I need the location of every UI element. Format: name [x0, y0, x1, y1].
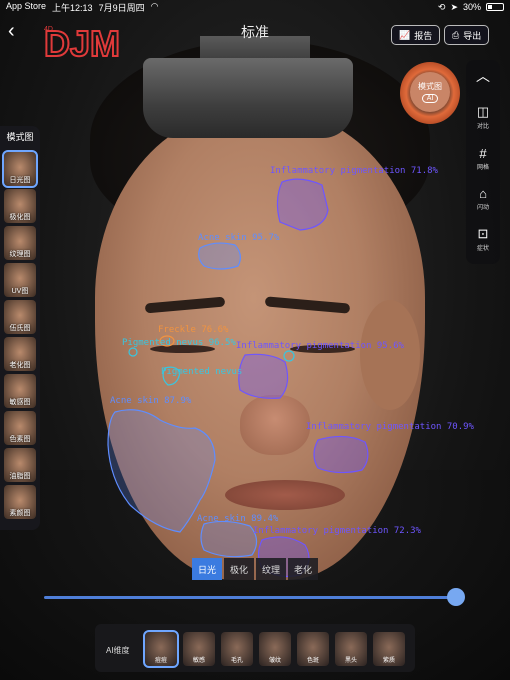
detection-label: Pigmented nevus 96.5% — [122, 338, 236, 348]
ai-dimension-thumb[interactable]: 敏感 — [183, 632, 215, 666]
ai-dimension-thumb-label: 紫质 — [382, 658, 395, 664]
ai-dimension-thumb[interactable]: 毛孔 — [221, 632, 253, 666]
ai-dimension-thumb[interactable]: 黑头 — [335, 632, 367, 666]
ai-dimension-thumb-label: 皱纹 — [268, 658, 281, 664]
region-inflammatory-nose — [238, 353, 289, 399]
compare-slider-handle[interactable] — [447, 588, 465, 606]
detection-label: Inflammatory pigmentation 95.6% — [236, 341, 404, 351]
ai-dimension-thumb[interactable]: 痘痘 — [143, 630, 179, 668]
region-acne-chin — [200, 520, 258, 558]
tab-aging[interactable]: 老化 — [288, 558, 318, 580]
region-inflammatory-cheek — [313, 435, 369, 474]
ai-dimension-thumb-label: 毛孔 — [230, 658, 243, 664]
region-inflammatory-forehead — [276, 178, 329, 231]
region-nevus-2 — [283, 350, 295, 362]
region-nevus-1 — [128, 347, 138, 357]
ai-dimension-thumb-label: 痘痘 — [154, 658, 167, 664]
tab-polarized[interactable]: 极化 — [224, 558, 254, 580]
detection-label: Acne skin 87.9% — [110, 396, 192, 406]
region-acne-brow — [198, 242, 241, 270]
ai-dimension-thumb[interactable]: 紫质 — [373, 632, 405, 666]
detection-label: Acne skin 95.7% — [198, 233, 280, 243]
ai-dimension-thumb[interactable]: 皱纹 — [259, 632, 291, 666]
detection-label: Inflammatory pigmentation 71.8% — [270, 166, 438, 176]
ai-dimension-bar — [95, 624, 415, 672]
compare-slider-track[interactable] — [44, 596, 456, 599]
light-mode-tabs: 日光 极化 纹理 老化 — [192, 558, 318, 580]
ai-dimension-thumb-label: 黑头 — [344, 658, 357, 664]
tab-daylight[interactable]: 日光 — [192, 558, 222, 580]
detection-label: Inflammatory pigmentation 72.3% — [253, 526, 421, 536]
detection-label: Freckle 76.6% — [158, 325, 229, 335]
detection-label: Pigmented nevus — [161, 367, 243, 377]
ai-dimension-thumb-label: 敏感 — [192, 658, 205, 664]
ai-dimension-thumb[interactable]: 色斑 — [297, 632, 329, 666]
tab-texture[interactable]: 纹理 — [256, 558, 286, 580]
ai-dimension-label: AI维度 — [106, 646, 130, 655]
ai-dimension-thumb-label: 色斑 — [306, 658, 319, 664]
detection-label: Acne skin 89.4% — [197, 514, 279, 524]
detection-label: Inflammatory pigmentation 70.9% — [306, 422, 474, 432]
